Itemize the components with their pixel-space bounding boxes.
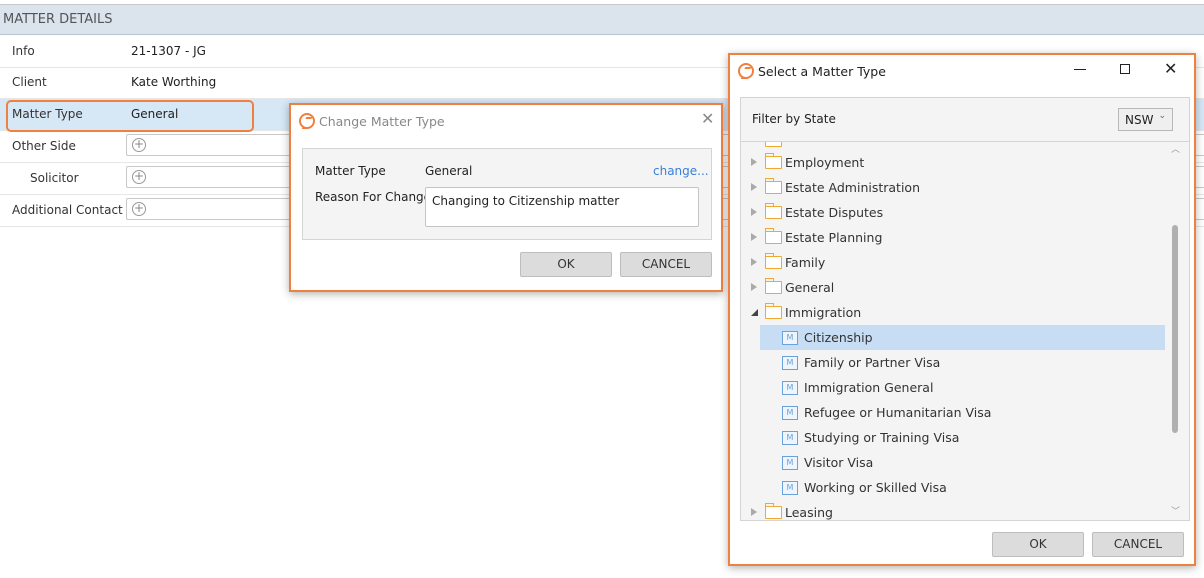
matter-type-icon: M bbox=[782, 331, 798, 345]
section-header: MATTER DETAILS bbox=[0, 5, 1204, 35]
select-matter-type-dialog: Select a Matter Type ✕ Filter by State N… bbox=[728, 53, 1196, 566]
tree-folder[interactable]: Estate Disputes bbox=[741, 200, 1165, 225]
tree-item-label: Estate Disputes bbox=[785, 205, 884, 220]
tree-item-label: Refugee or Humanitarian Visa bbox=[804, 405, 992, 420]
tree-folder[interactable]: Leasing bbox=[741, 500, 1165, 520]
tree-folder[interactable]: Immigration bbox=[741, 300, 1165, 325]
matter-type-icon: M bbox=[782, 456, 798, 470]
dialog-title: Select a Matter Type bbox=[758, 64, 886, 79]
row-value: Kate Worthing bbox=[131, 75, 217, 89]
scroll-up-icon[interactable]: ︿ bbox=[1171, 142, 1180, 155]
folder-icon bbox=[764, 278, 782, 294]
row-value: 21-1307 - JG bbox=[131, 44, 206, 58]
row-label: Client bbox=[12, 75, 47, 89]
details-panel: Matter Type General change... Reason For… bbox=[302, 148, 712, 240]
collapsed-arrow-icon[interactable] bbox=[751, 158, 757, 166]
tree-item-label: Employment bbox=[785, 155, 865, 170]
collapsed-arrow-icon[interactable] bbox=[751, 258, 757, 266]
tree-item-label: Immigration bbox=[785, 305, 862, 320]
folder-icon bbox=[764, 153, 782, 169]
dialog-title: Change Matter Type bbox=[319, 114, 445, 129]
row-label: Additional Contact bbox=[12, 203, 123, 217]
collapsed-arrow-icon[interactable] bbox=[751, 208, 757, 216]
change-matter-type-dialog: Change Matter Type ✕ Matter Type General… bbox=[289, 103, 723, 292]
add-icon[interactable]: + bbox=[132, 170, 146, 184]
expanded-arrow-icon[interactable] bbox=[751, 309, 758, 316]
row-label: Info bbox=[12, 44, 35, 58]
tree-folder[interactable]: Estate Administration bbox=[741, 175, 1165, 200]
state-select[interactable]: NSW ⌄ bbox=[1118, 108, 1173, 131]
close-icon[interactable]: ✕ bbox=[1164, 59, 1177, 78]
change-link[interactable]: change... bbox=[653, 164, 709, 178]
tree-folder[interactable]: Estate Planning bbox=[741, 225, 1165, 250]
tree-folder[interactable]: General bbox=[741, 275, 1165, 300]
tree-folder[interactable]: Employment bbox=[741, 150, 1165, 175]
tree-item-label: Citizenship bbox=[804, 330, 873, 345]
tree-item-label: Family or Partner Visa bbox=[804, 355, 941, 370]
tree-item-label: Immigration General bbox=[804, 380, 934, 395]
tree-item-label: General bbox=[785, 280, 835, 295]
matter-type-icon: M bbox=[782, 406, 798, 420]
reason-input-text: Changing to Citizenship matter bbox=[432, 194, 620, 208]
collapsed-arrow-icon[interactable] bbox=[751, 183, 757, 191]
add-icon[interactable]: + bbox=[132, 138, 146, 152]
row-label: Other Side bbox=[12, 139, 76, 153]
matter-type-label: Matter Type bbox=[315, 164, 386, 178]
tree-item-label: Working or Skilled Visa bbox=[804, 480, 947, 495]
chevron-down-icon: ⌄ bbox=[1158, 111, 1166, 121]
scroll-down-icon[interactable]: ﹀ bbox=[1171, 504, 1180, 517]
ok-button[interactable]: OK bbox=[992, 532, 1084, 557]
tree-item[interactable]: M Refugee or Humanitarian Visa bbox=[760, 400, 1165, 425]
tree-item[interactable]: M Studying or Training Visa bbox=[760, 425, 1165, 450]
tree-item[interactable]: M Working or Skilled Visa bbox=[760, 475, 1165, 500]
state-select-value: NSW bbox=[1125, 113, 1154, 127]
tree-item-label: Studying or Training Visa bbox=[804, 430, 960, 445]
reason-label: Reason For Change bbox=[315, 190, 432, 204]
folder-icon bbox=[764, 303, 782, 319]
content-panel: Filter by State NSW ⌄ Employment Estate A… bbox=[740, 97, 1190, 521]
folder-icon bbox=[764, 253, 782, 269]
folder-icon bbox=[764, 503, 782, 519]
add-icon[interactable]: + bbox=[132, 202, 146, 216]
app-logo-icon bbox=[299, 113, 315, 129]
scrollbar-thumb[interactable] bbox=[1172, 225, 1178, 433]
folder-icon bbox=[764, 178, 782, 194]
app-logo-icon bbox=[738, 63, 754, 79]
tree-folder[interactable]: Family bbox=[741, 250, 1165, 275]
folder-icon bbox=[765, 142, 782, 147]
matter-type-tree: Employment Estate Administration Estate Di… bbox=[741, 142, 1171, 520]
tree-item[interactable]: M Citizenship bbox=[760, 325, 1165, 350]
matter-type-icon: M bbox=[782, 381, 798, 395]
folder-icon bbox=[764, 203, 782, 219]
tree-item[interactable]: M Family or Partner Visa bbox=[760, 350, 1165, 375]
matter-type-icon: M bbox=[782, 481, 798, 495]
tree-item[interactable]: M Immigration General bbox=[760, 375, 1165, 400]
cancel-button[interactable]: CANCEL bbox=[1092, 532, 1184, 557]
cancel-button[interactable]: CANCEL bbox=[620, 252, 712, 277]
matter-type-icon: M bbox=[782, 431, 798, 445]
collapsed-arrow-icon[interactable] bbox=[751, 283, 757, 291]
tree-item[interactable]: M Visitor Visa bbox=[760, 450, 1165, 475]
minimize-icon[interactable] bbox=[1074, 69, 1086, 70]
reason-input[interactable]: Changing to Citizenship matter bbox=[425, 187, 699, 227]
collapsed-arrow-icon[interactable] bbox=[751, 508, 757, 516]
scrollbar[interactable]: ︿ ﹀ bbox=[1169, 142, 1183, 520]
close-icon[interactable]: ✕ bbox=[701, 109, 714, 128]
ok-button[interactable]: OK bbox=[520, 252, 612, 277]
tree-item-label: Estate Planning bbox=[785, 230, 883, 245]
tree-item-label: Visitor Visa bbox=[804, 455, 874, 470]
matter-type-icon: M bbox=[782, 356, 798, 370]
maximize-icon[interactable] bbox=[1120, 64, 1130, 74]
matter-type-value: General bbox=[425, 164, 473, 178]
collapsed-arrow-icon[interactable] bbox=[751, 233, 757, 241]
folder-icon bbox=[764, 228, 782, 244]
tree-item-label: Leasing bbox=[785, 505, 833, 520]
filter-label: Filter by State bbox=[752, 112, 836, 126]
highlight-matter-type bbox=[6, 100, 254, 132]
tree-item-label: Estate Administration bbox=[785, 180, 921, 195]
tree-item-label: Family bbox=[785, 255, 826, 270]
row-label: Solicitor bbox=[30, 171, 79, 185]
